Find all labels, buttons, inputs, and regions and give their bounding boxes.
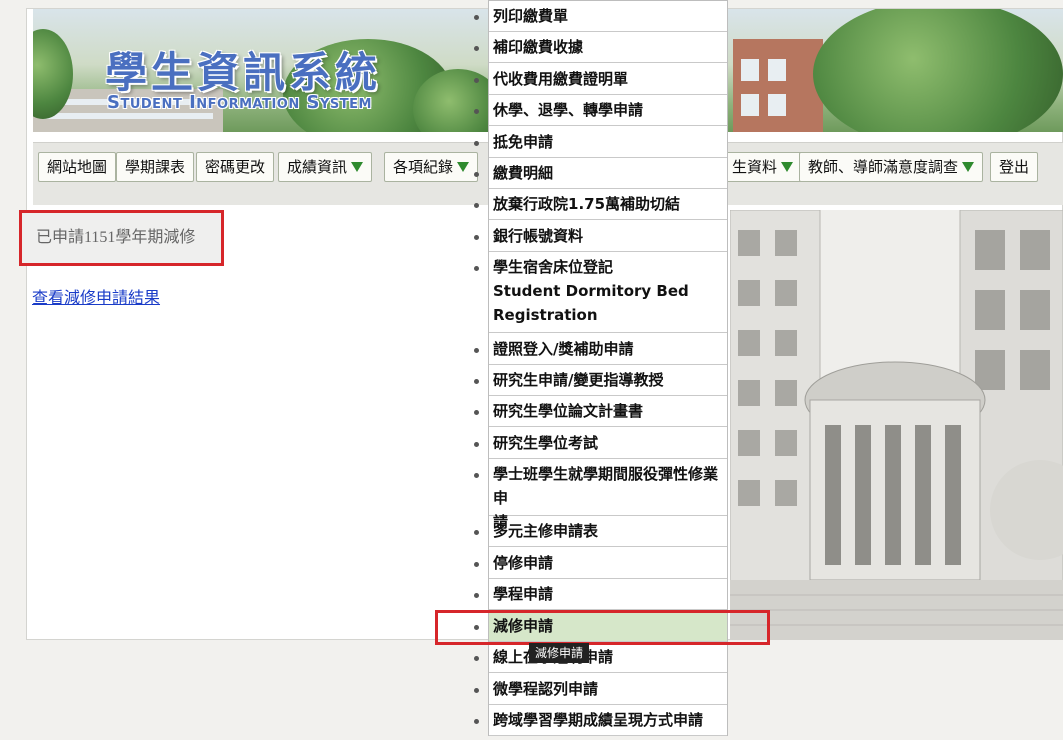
dropdown-menu-item[interactable]: 研究生學位考試 bbox=[489, 428, 727, 459]
dropdown-menu-item[interactable]: 銀行帳號資料 bbox=[489, 221, 727, 252]
nav-label: 生資料 bbox=[732, 158, 778, 176]
bullet-icon bbox=[474, 348, 479, 353]
application-status-box: 已申請1151學年期減修 bbox=[19, 210, 224, 266]
dropdown-menu-item[interactable]: 學程申請 bbox=[489, 579, 727, 610]
window-graphic bbox=[43, 113, 213, 119]
nav-label: 教師、導師滿意度調查 bbox=[808, 158, 959, 176]
dropdown-menu-item[interactable]: 抵免申請 bbox=[489, 127, 727, 158]
dropdown-menu-item[interactable]: 多元主修申請表 bbox=[489, 516, 727, 547]
nav-schedule-button[interactable]: 學期課表 bbox=[116, 152, 195, 182]
dropdown-arrow-icon bbox=[781, 161, 794, 172]
window-graphic bbox=[741, 94, 759, 116]
bullet-icon bbox=[474, 203, 479, 208]
highlight-frame bbox=[435, 610, 770, 645]
bullet-icon bbox=[474, 593, 479, 598]
dropdown-arrow-icon bbox=[457, 161, 470, 172]
bullet-icon bbox=[474, 109, 479, 114]
dropdown-arrow-icon bbox=[962, 161, 975, 172]
bullet-icon bbox=[474, 15, 479, 20]
nav-password-button[interactable]: 密碼更改 bbox=[196, 152, 275, 182]
dropdown-menu-item[interactable]: 列印繳費單 bbox=[489, 1, 727, 32]
dropdown-menu-item[interactable]: 繳費明細 bbox=[489, 158, 727, 189]
dropdown-menu-item[interactable]: 微學程認列申請 bbox=[489, 674, 727, 705]
bullet-icon bbox=[474, 266, 479, 271]
bullet-icon bbox=[474, 719, 479, 724]
tooltip: 減修申請 bbox=[529, 643, 590, 663]
nav-label: 登出 bbox=[999, 158, 1030, 176]
nav-sitemap-button[interactable]: 網站地圖 bbox=[38, 152, 117, 182]
dropdown-menu-item[interactable]: 補印繳費收據 bbox=[489, 32, 727, 63]
dropdown-menu-item[interactable]: 研究生學位論文計畫書 bbox=[489, 396, 727, 427]
bullet-icon bbox=[474, 410, 479, 415]
campus-building-illustration bbox=[730, 210, 1063, 640]
nav-student-data-button[interactable]: 生資料 bbox=[723, 152, 803, 182]
nav-label: 網站地圖 bbox=[47, 158, 108, 176]
nav-label: 密碼更改 bbox=[205, 158, 266, 176]
dropdown-menu-item[interactable]: 放棄行政院1.75萬補助切結 bbox=[489, 189, 727, 220]
bullet-icon bbox=[474, 379, 479, 384]
application-status-text: 已申請1151學年期減修 bbox=[36, 229, 196, 246]
bullet-icon bbox=[474, 530, 479, 535]
bullet-icon bbox=[474, 442, 479, 447]
dropdown-menu-item[interactable]: 學生宿舍床位登記 Student Dormitory Bed Registrat… bbox=[489, 252, 727, 333]
bullet-icon bbox=[474, 688, 479, 693]
window-graphic bbox=[768, 59, 786, 81]
dropdown-menu-item[interactable]: 學士班學生就學期間服役彈性修業申 請 bbox=[489, 459, 727, 531]
dropdown-menu-item[interactable]: 停修申請 bbox=[489, 548, 727, 579]
tree-graphic bbox=[813, 9, 1063, 132]
campus-photo bbox=[730, 210, 1063, 640]
window-graphic bbox=[741, 59, 759, 81]
bullet-icon bbox=[474, 562, 479, 567]
nav-label: 成績資訊 bbox=[287, 158, 348, 176]
system-title-english: Student Information System bbox=[107, 92, 372, 113]
nav-label: 各項紀錄 bbox=[393, 158, 454, 176]
dropdown-menu-item[interactable]: 跨域學習學期成績呈現方式申請 bbox=[489, 705, 727, 736]
nav-survey-button[interactable]: 教師、導師滿意度調查 bbox=[799, 152, 984, 182]
view-result-link[interactable]: 查看減修申請結果 bbox=[32, 284, 160, 308]
bullet-icon bbox=[474, 78, 479, 83]
nav-label: 學期課表 bbox=[125, 158, 186, 176]
dropdown-menu-item[interactable]: 證照登入/獎補助申請 bbox=[489, 334, 727, 365]
dropdown-menu-item[interactable]: 線上在學證明申請 bbox=[489, 642, 727, 673]
nav-logout-button[interactable]: 登出 bbox=[990, 152, 1039, 182]
dropdown-menu-item[interactable]: 代收費用繳費證明單 bbox=[489, 64, 727, 95]
bullet-icon bbox=[474, 656, 479, 661]
nav-grades-button[interactable]: 成績資訊 bbox=[278, 152, 373, 182]
dropdown-arrow-icon bbox=[351, 161, 364, 172]
bullet-icon bbox=[474, 172, 479, 177]
bullet-icon bbox=[474, 46, 479, 51]
building-graphic bbox=[733, 39, 823, 132]
system-title-chinese: 學生資訊系統 bbox=[105, 48, 382, 97]
nav-records-button[interactable]: 各項紀錄 bbox=[384, 152, 479, 182]
dropdown-menu-item[interactable]: 研究生申請/變更指導教授 bbox=[489, 365, 727, 396]
dropdown-menu-item[interactable]: 休學、退學、轉學申請 bbox=[489, 95, 727, 126]
bullet-icon bbox=[474, 235, 479, 240]
bullet-icon bbox=[474, 141, 479, 146]
window-graphic bbox=[768, 94, 786, 116]
bullet-icon bbox=[474, 473, 479, 478]
